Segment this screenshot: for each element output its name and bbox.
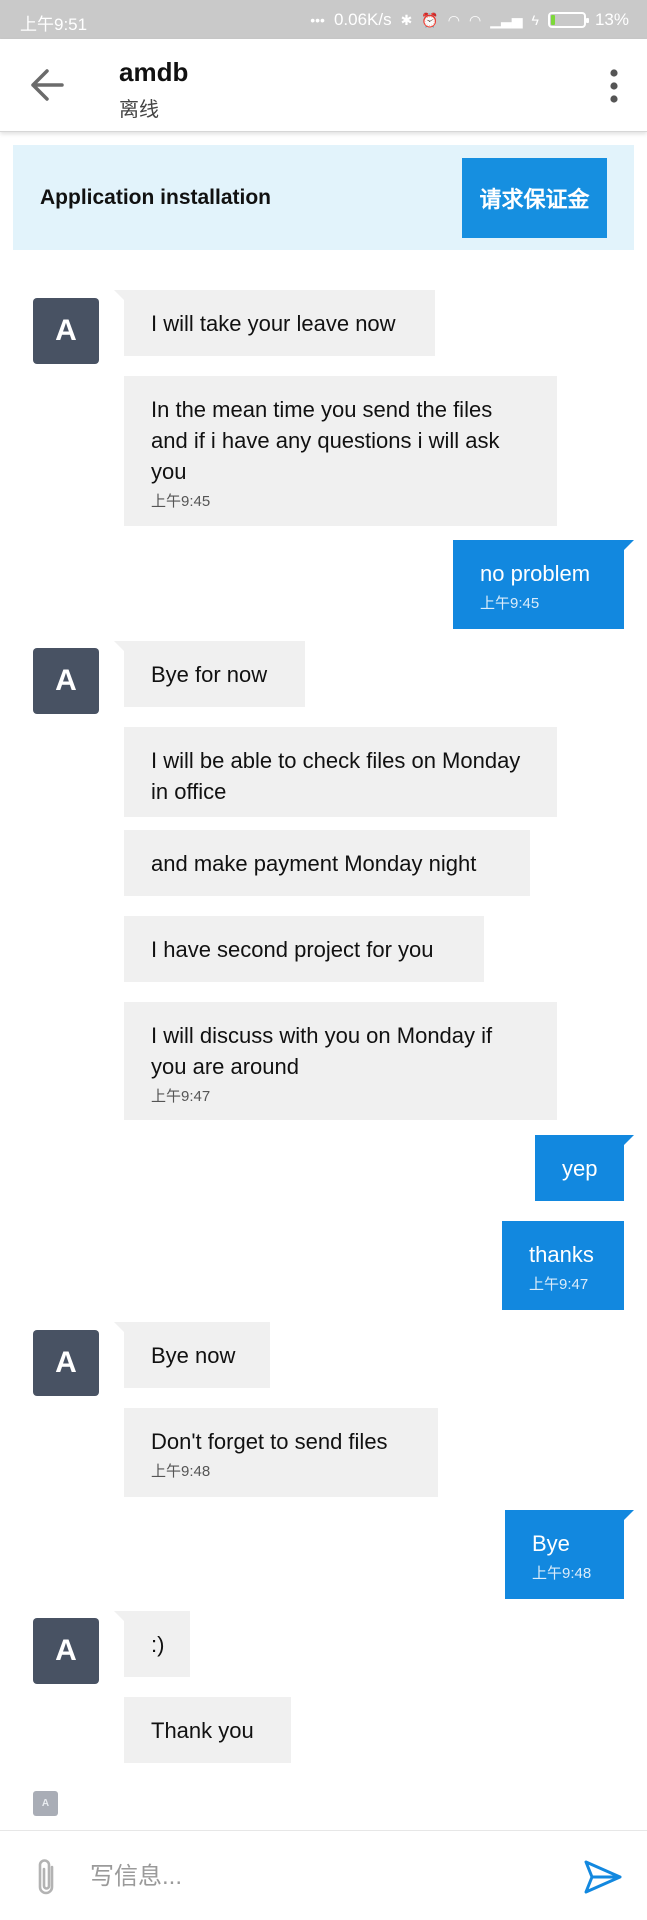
message-timestamp: 上午9:48 <box>151 1463 211 1480</box>
message-bubble-outgoing[interactable]: Bye 上午9:48 <box>505 1510 634 1599</box>
charging-icon: ϟ <box>531 12 539 28</box>
message-text: yep <box>562 1156 598 1181</box>
request-deposit-button[interactable]: 请求保证金 <box>462 158 607 238</box>
signal-icon: ▁▃▅ <box>490 11 523 28</box>
avatar[interactable]: A <box>33 1330 99 1396</box>
presence-status: 离线 <box>119 99 159 121</box>
dots-icon: ••• <box>310 12 325 28</box>
message-bubble-incoming[interactable]: Don't forget to send files 上午9:48 <box>124 1408 438 1497</box>
message-bubble-incoming[interactable]: I have second project for you <box>124 916 484 982</box>
project-banner: Application installation 请求保证金 <box>13 145 634 250</box>
message-bubble-outgoing[interactable]: yep <box>535 1135 634 1201</box>
wifi-icon-2: ◠ <box>469 11 482 28</box>
message-text: and make payment Monday night <box>151 851 477 876</box>
message-text: Bye <box>532 1531 570 1556</box>
avatar[interactable]: A <box>33 1618 99 1684</box>
typing-avatar: A <box>33 1791 58 1816</box>
message-bubble-incoming[interactable]: I will discuss with you on Monday if you… <box>124 1002 557 1120</box>
alarm-icon: ⏰ <box>421 11 439 28</box>
message-timestamp: 上午9:45 <box>480 595 540 612</box>
message-timestamp: 上午9:48 <box>532 1565 592 1582</box>
message-bubble-incoming[interactable]: :) <box>114 1611 190 1677</box>
message-text: :) <box>151 1632 165 1657</box>
message-text: thanks <box>529 1242 594 1267</box>
message-text: I will take your leave now <box>151 311 396 336</box>
avatar[interactable]: A <box>33 298 99 364</box>
more-vertical-icon[interactable] <box>609 68 619 104</box>
message-bubble-incoming[interactable]: In the mean time you send the files and … <box>124 376 557 526</box>
network-speed: 0.06K/s <box>333 10 392 29</box>
message-text: Bye now <box>151 1343 236 1368</box>
message-bubble-incoming[interactable]: Bye now <box>114 1322 270 1388</box>
message-timestamp: 上午9:47 <box>151 1088 211 1105</box>
message-bubble-incoming[interactable]: Bye for now <box>114 641 305 707</box>
wifi-icon: ◠ <box>447 11 461 28</box>
message-text: I will discuss with you on Monday if you… <box>151 1023 493 1079</box>
bluetooth-icon: ✱ <box>400 11 413 28</box>
status-time: 上午9:51 <box>20 15 88 34</box>
message-timestamp: 上午9:47 <box>529 1276 589 1293</box>
battery-icon <box>547 12 589 28</box>
message-bubble-incoming[interactable]: I will take your leave now <box>114 290 435 356</box>
message-composer <box>0 1830 647 1920</box>
message-bubble-incoming[interactable]: Thank you <box>124 1697 291 1763</box>
message-bubble-incoming[interactable]: I will be able to check files on Monday … <box>124 727 557 817</box>
message-timestamp: 上午9:45 <box>151 493 211 510</box>
message-text: Don't forget to send files <box>151 1429 388 1454</box>
message-bubble-outgoing[interactable]: no problem 上午9:45 <box>453 540 634 629</box>
message-text: In the mean time you send the files and … <box>151 397 500 484</box>
message-input[interactable] <box>90 1855 550 1899</box>
message-text: Thank you <box>151 1718 254 1743</box>
send-icon[interactable] <box>583 1857 623 1897</box>
message-bubble-outgoing[interactable]: thanks 上午9:47 <box>502 1221 624 1310</box>
back-arrow-icon[interactable] <box>28 67 68 103</box>
message-bubble-incoming[interactable]: and make payment Monday night <box>124 830 530 896</box>
message-text: I will be able to check files on Monday … <box>151 748 521 804</box>
paperclip-icon[interactable] <box>33 1857 59 1899</box>
battery-percent: 13% <box>594 10 629 29</box>
chat-title: amdb <box>119 57 189 87</box>
message-text: I have second project for you <box>151 937 434 962</box>
avatar[interactable]: A <box>33 648 99 714</box>
message-text: Bye for now <box>151 662 268 687</box>
message-text: no problem <box>480 561 591 586</box>
status-bar: 上午9:51 ••• 0.06K/s ✱ ⏰ ◠ ◠ ▁▃▅ ϟ 13% <box>0 0 647 39</box>
chat-header: amdb 离线 <box>0 39 647 132</box>
project-title: Application installation <box>40 186 272 209</box>
